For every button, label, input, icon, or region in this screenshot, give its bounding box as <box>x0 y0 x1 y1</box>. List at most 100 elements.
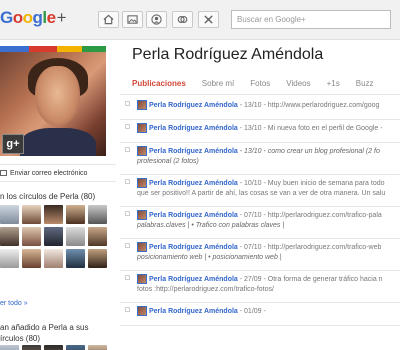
list-item[interactable]: Perla Rodríguez Améndola - 10/10 - Muy b… <box>120 175 400 207</box>
games-icon <box>204 15 213 24</box>
post-author[interactable]: Perla Rodríguez Améndola <box>149 180 238 187</box>
in-circles-heading: n los círculos de Perla (80) <box>0 192 96 201</box>
expand-icon[interactable] <box>125 275 130 280</box>
photo-stripe-red <box>28 46 58 52</box>
profile-main: Perla Rodríguez Améndola Publicaciones S… <box>120 41 400 350</box>
post-meta: - 13/10 - http://www.perlarodriguez.com/… <box>237 102 380 109</box>
tab-videos[interactable]: Videos <box>286 79 310 88</box>
home-button[interactable] <box>98 11 119 28</box>
post-author[interactable]: Perla Rodríguez Améndola <box>149 212 238 219</box>
author-avatar <box>137 100 147 110</box>
expand-icon[interactable] <box>125 101 130 106</box>
tab-fotos[interactable]: Fotos <box>250 79 270 88</box>
post-meta: - 27/09 - Otra forma de generar tráfico … <box>237 276 383 283</box>
list-item[interactable]: Perla Rodríguez Améndola - 13/10 - http:… <box>120 97 400 120</box>
expand-icon[interactable] <box>125 243 130 248</box>
photos-button[interactable] <box>122 11 143 28</box>
author-avatar <box>137 123 147 133</box>
circles-button[interactable] <box>172 11 193 28</box>
expand-icon[interactable] <box>125 147 130 152</box>
author-avatar <box>137 210 147 220</box>
post-meta: - 10/10 - Muy buen inicio de semana para… <box>237 180 385 187</box>
post-meta: - 07/10 - http://perlarodriguez.com/traf… <box>237 212 382 219</box>
post-text: que ser positivo!! A partir de ahí, las … <box>137 190 386 197</box>
avatar[interactable] <box>44 205 63 224</box>
tab-publicaciones[interactable]: Publicaciones <box>132 79 186 88</box>
avatar[interactable] <box>44 345 63 350</box>
list-item[interactable]: Perla Rodríguez Améndola - 27/09 - Otra … <box>120 271 400 303</box>
profile-icon <box>151 14 162 25</box>
profile-sidebar: g+ Enviar correo electrónico n los círcu… <box>0 41 118 350</box>
expand-icon[interactable] <box>125 179 130 184</box>
author-avatar <box>137 306 147 316</box>
post-text: posicionamiento web | • posicionamiento … <box>137 254 282 261</box>
photo-face <box>35 66 80 126</box>
avatar[interactable] <box>88 205 107 224</box>
send-email-button[interactable]: Enviar correo electrónico <box>0 164 116 182</box>
photo-stripe-green <box>81 46 106 52</box>
photo-stripe-yellow <box>57 46 82 52</box>
avatar[interactable] <box>0 345 19 350</box>
post-text: palabras.claves | • Trafico con palabras… <box>137 222 285 229</box>
tab-plus-ones[interactable]: +1s <box>327 79 340 88</box>
post-author[interactable]: Perla Rodríguez Améndola <box>149 102 238 109</box>
photo-shirt <box>20 128 96 156</box>
profile-photo[interactable]: g+ <box>0 46 106 156</box>
avatar[interactable] <box>66 205 85 224</box>
tab-sobre-mi[interactable]: Sobre mí <box>202 79 234 88</box>
author-avatar <box>137 178 147 188</box>
home-icon <box>103 14 114 25</box>
expand-icon[interactable] <box>125 211 130 216</box>
author-avatar <box>137 242 147 252</box>
avatar[interactable] <box>88 227 107 246</box>
search-input[interactable]: Buscar en Google+ <box>231 10 391 29</box>
author-avatar <box>137 274 147 284</box>
profile-button[interactable] <box>146 11 167 28</box>
list-item[interactable]: Perla Rodríguez Améndola - 13/10 - como … <box>120 143 400 175</box>
post-text: profesional (2 fotos) <box>137 158 199 165</box>
google-plus-logo[interactable]: Google+ <box>0 8 67 28</box>
avatar[interactable] <box>22 345 41 350</box>
list-item[interactable]: Perla Rodríguez Améndola - 07/10 - http:… <box>120 207 400 239</box>
post-author[interactable]: Perla Rodríguez Améndola <box>149 125 238 132</box>
post-author[interactable]: Perla Rodríguez Améndola <box>149 276 238 283</box>
avatar[interactable] <box>88 345 107 350</box>
avatar[interactable] <box>0 227 19 246</box>
avatar[interactable] <box>0 249 19 268</box>
expand-icon[interactable] <box>125 124 130 129</box>
post-meta: - 13/10 - Mi nueva foto en el perfil de … <box>237 125 383 132</box>
avatar[interactable] <box>66 249 85 268</box>
tab-buzz[interactable]: Buzz <box>356 79 374 88</box>
photo-stripe-blue <box>0 46 29 52</box>
post-meta: - 13/10 - como crear un blog profesional… <box>237 148 380 155</box>
expand-icon[interactable] <box>125 307 130 312</box>
post-author[interactable]: Perla Rodríguez Améndola <box>149 148 238 155</box>
top-bar: Google+ Buscar en Google+ <box>0 0 400 40</box>
added-by-avatars <box>0 345 107 350</box>
gplus-badge: g+ <box>2 134 24 154</box>
post-text: fotos :http://perlarodriguez.com/trafico… <box>137 286 274 293</box>
email-icon <box>0 170 7 176</box>
avatar[interactable] <box>66 227 85 246</box>
avatar[interactable] <box>22 205 41 224</box>
list-item[interactable]: Perla Rodríguez Améndola - 13/10 - Mi nu… <box>120 120 400 143</box>
profile-name: Perla Rodríguez Améndola <box>132 46 324 63</box>
games-button[interactable] <box>198 11 219 28</box>
avatar[interactable] <box>22 227 41 246</box>
avatar[interactable] <box>22 249 41 268</box>
list-item[interactable]: Perla Rodríguez Améndola - 01/09 - <box>120 303 400 326</box>
post-author[interactable]: Perla Rodríguez Améndola <box>149 308 238 315</box>
post-meta: - 01/09 - <box>237 308 266 315</box>
added-by-heading: an añadido a Perla a sus írculos (80) <box>0 322 89 344</box>
post-meta: - 07/10 - http://perlarodriguez.com/traf… <box>237 244 382 251</box>
list-item[interactable]: Perla Rodríguez Améndola - 07/10 - http:… <box>120 239 400 271</box>
avatar[interactable] <box>44 227 63 246</box>
see-all-link[interactable]: er todo » <box>0 300 28 307</box>
avatar[interactable] <box>88 249 107 268</box>
avatar[interactable] <box>66 345 85 350</box>
avatar[interactable] <box>0 205 19 224</box>
send-email-label: Enviar correo electrónico <box>10 169 88 177</box>
post-author[interactable]: Perla Rodríguez Améndola <box>149 244 238 251</box>
avatar[interactable] <box>44 249 63 268</box>
circles-icon <box>177 16 188 23</box>
